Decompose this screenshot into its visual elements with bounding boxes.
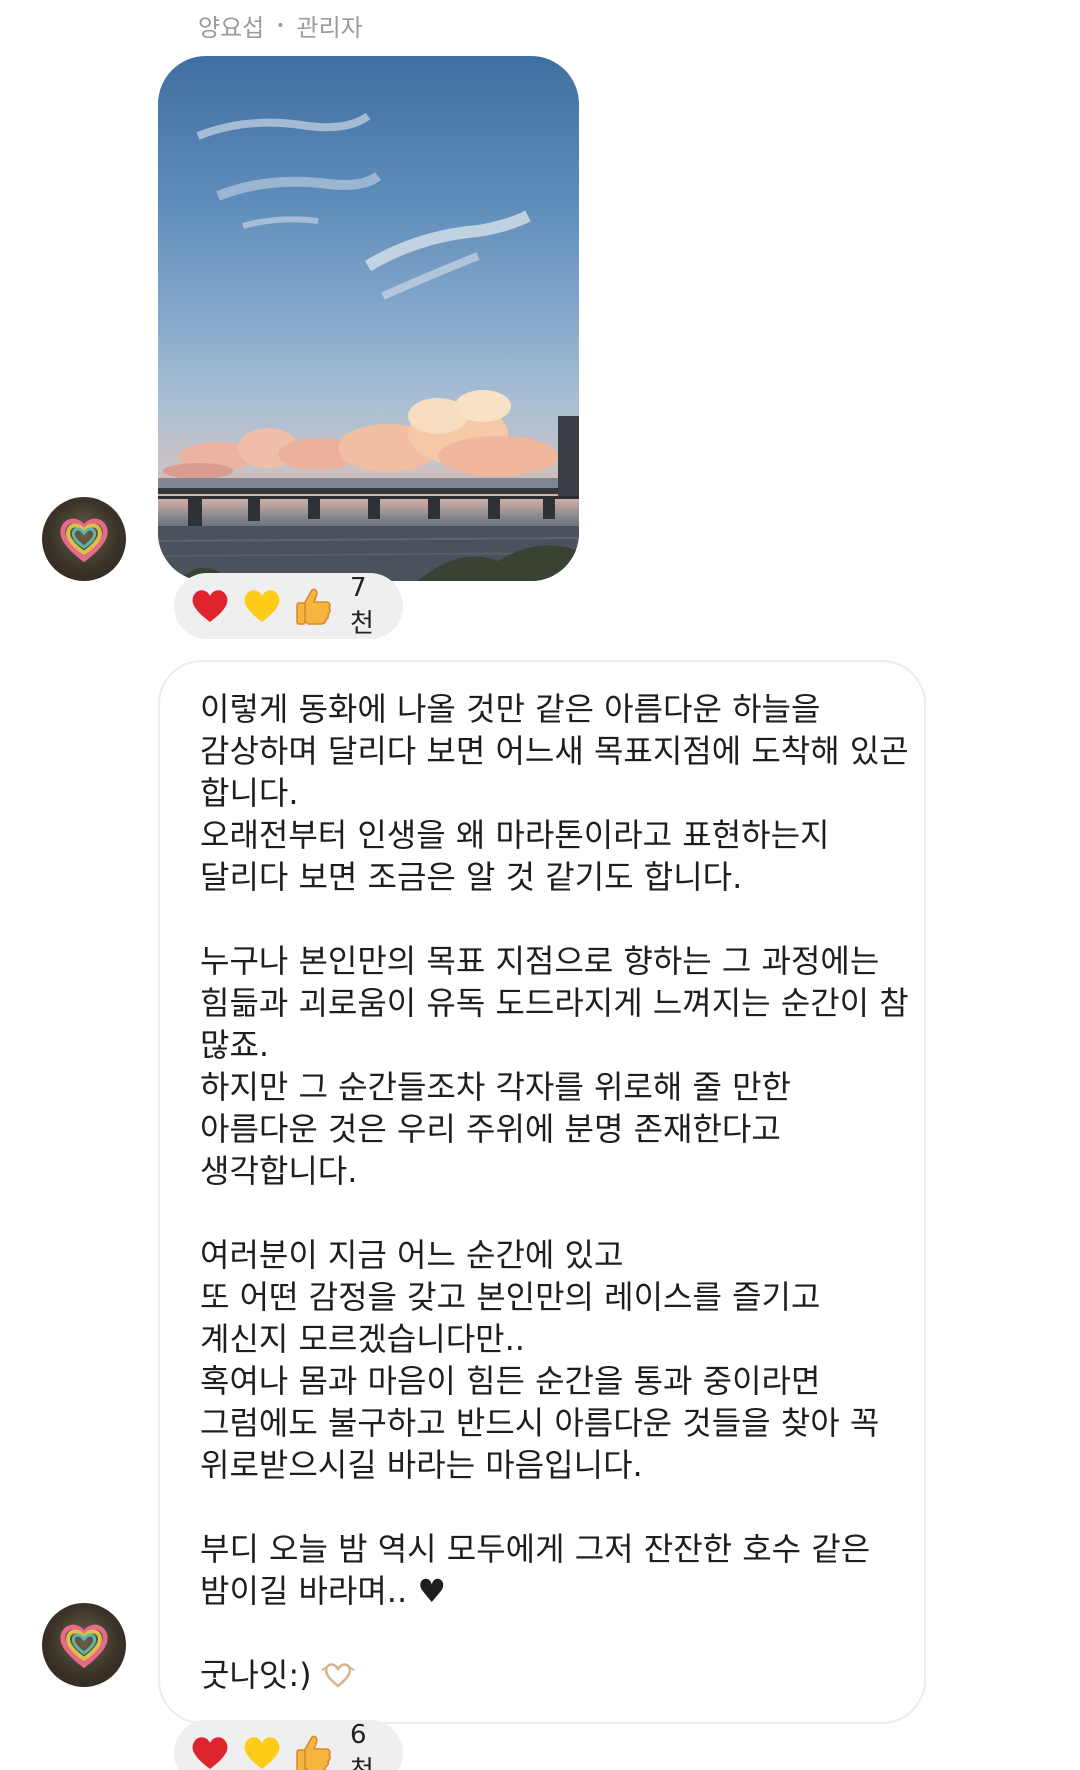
paragraph: 누구나 본인만의 목표 지점으로 향하는 그 과정에는 힘듦과 괴로움이 유독 … [200,940,909,1192]
message-line: 혹여나 몸과 마음이 힘든 순간을 통과 중이라면 [200,1362,821,1400]
reaction-bar[interactable]: 7천 [174,573,403,639]
paragraph: 부디 오늘 밤 역시 모두에게 그저 잔잔한 호수 같은 밤이길 바라며.. ♥ [200,1528,884,1612]
sender-name[interactable]: 양요섭 [198,8,264,43]
message-line: 그럼에도 불구하고 반드시 아름다운 것들을 찾아 꼭 [200,1404,880,1442]
heart-hands-icon [318,1660,358,1690]
message-line: 아름다운 것은 우리 주위에 분명 존재한다고 [200,1110,781,1148]
text-message[interactable]: 이렇게 동화에 나올 것만 같은 아름다운 하늘을 감상하며 달리다 보면 어느… [158,660,926,1724]
message-line: 오래전부터 인생을 왜 마라톤이라고 표현하는지 [200,816,830,854]
sky-bridge-photo [158,112,579,581]
message-line: 생각합니다. [200,1152,358,1190]
reaction-count: 6천 [350,1719,374,1770]
message-line: 여러분이 지금 어느 순간에 있고 [200,1236,624,1274]
paragraph: 여러분이 지금 어느 순간에 있고 또 어떤 감정을 갖고 본인만의 레이스를 … [200,1234,884,1486]
message-line: 많죠. [200,1026,270,1064]
message-line: 힘듦과 괴로움이 유독 도드라지게 느껴지는 순간이 참 [200,984,909,1022]
message-line: 또 어떤 감정을 갖고 본인만의 레이스를 즐기고 [200,1278,821,1316]
message-line: 계신지 모르겠습니다만.. [200,1320,525,1358]
paragraph: 굿나잇:) [200,1654,884,1696]
yellow-heart-icon [240,1731,284,1770]
message-line: 굿나잇:) [200,1656,312,1694]
avatar[interactable] [42,1603,126,1687]
avatar[interactable] [42,497,126,581]
message-line: 누구나 본인만의 목표 지점으로 향하는 그 과정에는 [200,942,880,980]
heart-icon [188,584,232,628]
heart-icon [188,1731,232,1770]
thumbs-up-icon [292,584,336,628]
rainbow-heart-icon [60,1624,108,1669]
paragraph: 이렇게 동화에 나올 것만 같은 아름다운 하늘을 감상하며 달리다 보면 어느… [200,688,909,898]
sender-role: 관리자 [296,14,363,42]
message-line: 위로받으시길 바라는 마음입니다. [200,1446,643,1484]
sender-header: 양요섭 • 관리자 [198,8,363,43]
separator-dot: • [276,17,285,34]
message-line: 이렇게 동화에 나올 것만 같은 아름다운 하늘을 [200,690,821,728]
message-line: 밤이길 바라며.. ♥ [200,1572,447,1610]
chat-thread: 양요섭 • 관리자 7천 이렇게 동화에 나올 것만 같은 아름다운 하늘을 감… [0,0,1080,1770]
reaction-bar[interactable]: 6천 [174,1720,403,1770]
message-line: 감상하며 달리다 보면 어느새 목표지점에 도착해 있곤 [200,732,909,770]
message-line: 달리다 보면 조금은 알 것 같기도 합니다. [200,858,743,896]
yellow-heart-icon [240,584,284,628]
message-line: 합니다. [200,774,299,812]
rainbow-heart-icon [60,518,108,563]
reaction-count: 7천 [350,572,374,639]
thumbs-up-icon [292,1731,336,1770]
message-line: 하지만 그 순간들조차 각자를 위로해 줄 만한 [200,1068,791,1106]
photo-message[interactable] [158,56,579,581]
message-line: 부디 오늘 밤 역시 모두에게 그저 잔잔한 호수 같은 [200,1530,871,1568]
